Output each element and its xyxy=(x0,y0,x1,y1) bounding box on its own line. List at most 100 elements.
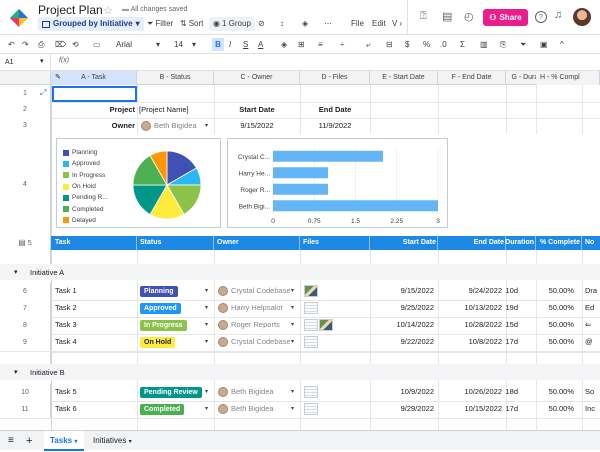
decimal-icon[interactable]: .0 xyxy=(440,38,447,51)
header-percent-complete[interactable]: % Complete xyxy=(540,236,580,250)
merge-icon[interactable]: ⊟ xyxy=(386,38,393,51)
sheet-tab-initiatives[interactable]: Initiatives ▾ xyxy=(91,431,132,451)
text-style-icon[interactable]: ▭ xyxy=(93,38,101,51)
text-color-button[interactable]: A xyxy=(258,38,263,51)
percent-complete[interactable]: 50.00% xyxy=(536,384,574,400)
task-name[interactable]: Task 5 xyxy=(55,384,135,400)
task-name[interactable]: Task 2 xyxy=(55,300,135,316)
notes[interactable]: Inc xyxy=(585,401,600,417)
group-button[interactable]: ◉ 1 Group xyxy=(209,17,255,31)
owner-value[interactable]: Beth Bigidea xyxy=(141,118,201,134)
clear-format-icon[interactable]: ⟲ xyxy=(72,38,79,51)
task-name[interactable]: Task 1 xyxy=(55,283,135,299)
end-date-value[interactable]: 11/9/2022 xyxy=(300,118,370,134)
link-icon[interactable]: ⎘ xyxy=(500,38,506,51)
project-label[interactable]: Project xyxy=(52,102,135,118)
share-button[interactable]: ⚇ Share xyxy=(483,9,528,26)
header-files[interactable]: Files xyxy=(303,236,319,250)
app-logo-icon[interactable] xyxy=(8,7,30,29)
currency-icon[interactable]: $ xyxy=(405,38,409,51)
row-header[interactable]: 4 xyxy=(0,134,51,236)
chevron-down-icon[interactable]: ▾ xyxy=(291,388,294,395)
duration[interactable]: 18d xyxy=(490,384,518,400)
chevron-down-icon[interactable]: ▾ xyxy=(205,405,208,412)
header-end-date[interactable]: End Date xyxy=(438,236,504,250)
file-document-thumbnail[interactable] xyxy=(304,302,318,314)
file-document-thumbnail[interactable] xyxy=(304,403,318,415)
wrap-icon[interactable]: ⤶ xyxy=(366,38,370,51)
menu-view[interactable]: V › xyxy=(392,17,402,31)
owner-cell[interactable]: Roger Reports xyxy=(218,317,290,333)
notes[interactable]: @ xyxy=(585,334,600,350)
paint-format-icon[interactable]: ⌦ xyxy=(55,38,66,51)
column-header-a[interactable]: A - Task xyxy=(51,71,137,85)
start-date[interactable]: 9/15/2022 xyxy=(370,283,434,299)
collapse-icon[interactable]: ▾ xyxy=(14,268,18,276)
star-icon[interactable]: ☆ xyxy=(103,4,113,17)
percent-complete[interactable]: 50.00% xyxy=(536,334,574,350)
file-document-thumbnail[interactable] xyxy=(304,319,318,331)
select-all-corner[interactable] xyxy=(0,71,51,85)
column-header-c[interactable]: C - Owner xyxy=(214,71,300,85)
row-header[interactable]: 7 xyxy=(0,300,51,317)
more-icon[interactable]: ⋯ xyxy=(324,17,332,31)
help-icon[interactable]: ? xyxy=(535,11,547,23)
filter-button[interactable]: ⏷ Filter xyxy=(147,17,173,31)
notes[interactable]: ⇐ xyxy=(585,317,600,333)
row-header[interactable]: ▤ 5 xyxy=(0,236,51,250)
duration[interactable]: 15d xyxy=(490,317,518,333)
filter-icon[interactable]: ⏷ xyxy=(520,38,526,51)
chart-icon[interactable]: ▥ xyxy=(480,38,488,51)
font-size-select[interactable]: 14 ▾ xyxy=(174,38,200,51)
owner-cell[interactable]: Harry Helpsalot xyxy=(218,300,290,316)
status-cell[interactable]: Planning xyxy=(140,283,205,299)
history-icon[interactable]: ◴ xyxy=(464,10,474,23)
task-name[interactable]: Task 4 xyxy=(55,334,135,350)
chevron-down-icon[interactable]: ▾ xyxy=(291,304,294,311)
print-icon[interactable]: ⎙ xyxy=(38,38,44,51)
chevron-down-icon[interactable]: ▾ xyxy=(205,321,208,328)
row-header[interactable]: 2 xyxy=(0,102,51,118)
menu-edit[interactable]: Edit xyxy=(372,17,386,31)
start-date-label[interactable]: Start Date xyxy=(214,102,300,118)
drag-handle-icon[interactable]: ▤ xyxy=(18,238,26,247)
start-date-value[interactable]: 9/15/2022 xyxy=(214,118,300,134)
row-height-icon[interactable]: ↕ xyxy=(280,17,284,31)
file-document-thumbnail[interactable] xyxy=(304,336,318,348)
chevron-down-icon[interactable]: ▾ xyxy=(205,304,208,311)
start-date[interactable]: 9/29/2022 xyxy=(370,401,434,417)
start-date[interactable]: 9/22/2022 xyxy=(370,334,434,350)
chevron-down-icon[interactable]: ▾ xyxy=(205,338,208,345)
duration[interactable]: 17d xyxy=(490,401,518,417)
expand-icon[interactable]: ⤢ xyxy=(40,88,46,98)
menu-file[interactable]: File xyxy=(351,17,364,31)
percent-icon[interactable]: % xyxy=(423,38,430,51)
chevron-down-icon[interactable]: ▾ xyxy=(291,287,294,294)
hide-icon[interactable]: ⊘ xyxy=(258,17,265,31)
start-date[interactable]: 10/9/2022 xyxy=(370,384,434,400)
owner-cell[interactable]: Crystal Codebase xyxy=(218,334,290,350)
fill-color-icon[interactable]: ◈ xyxy=(281,38,287,51)
status-cell[interactable]: Completed xyxy=(140,401,205,417)
sheet-list-icon[interactable]: ≡ xyxy=(8,431,14,451)
align-vertical-icon[interactable]: ÷ xyxy=(340,38,344,51)
chevron-down-icon[interactable]: ▾ xyxy=(291,321,294,328)
header-status[interactable]: Status xyxy=(140,236,161,250)
borders-icon[interactable]: ⊞ xyxy=(298,38,305,51)
file-image-thumbnail[interactable] xyxy=(319,319,333,331)
column-header-d[interactable]: D - Files xyxy=(300,71,370,85)
duration[interactable]: 10d xyxy=(490,283,518,299)
bell-icon[interactable]: ♫ xyxy=(554,9,562,21)
row-header[interactable]: 8 xyxy=(0,317,51,334)
task-name[interactable]: Task 3 xyxy=(55,317,135,333)
row-header[interactable]: 3 xyxy=(0,118,51,134)
column-header-h[interactable]: H - % Compl xyxy=(536,71,600,85)
document-title[interactable]: Project Plan xyxy=(38,3,103,17)
header-start-date[interactable]: Start Date xyxy=(370,236,436,250)
comment-icon[interactable]: ▤ xyxy=(442,10,452,23)
duration[interactable]: 19d xyxy=(490,300,518,316)
duration[interactable]: 17d xyxy=(490,334,518,350)
column-header-b[interactable]: B - Status xyxy=(137,71,214,85)
chevron-down-icon[interactable]: ▾ xyxy=(291,338,294,345)
formula-input[interactable] xyxy=(78,56,596,69)
